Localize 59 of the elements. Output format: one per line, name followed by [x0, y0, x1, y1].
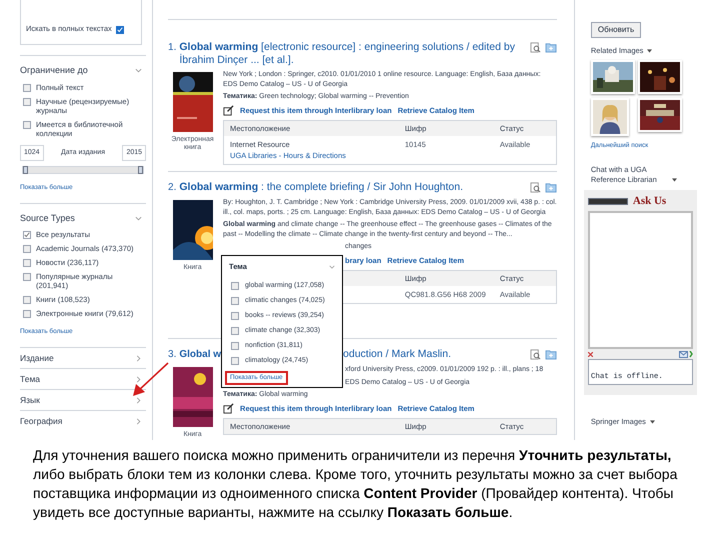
- checkbox[interactable]: [231, 342, 240, 350]
- image-thumbnail[interactable]: [638, 60, 682, 94]
- checkbox[interactable]: [23, 231, 31, 240]
- caption-text: Для уточнения вашего поиска можно применить ограничители из перечня Уточнить результаты, либо выбрать блоки тем из колонки слева. Кроме того, уточнить результаты можно за счет выбора поставщика информации из одноименного списка Content Provider (Провайдер контента). Чтобы увидеть все доступные варианты, нажмите на ссылку Показать больше.: [32, 446, 678, 522]
- checkbox[interactable]: [23, 310, 31, 318]
- collapse-chevron-icon[interactable]: [135, 215, 142, 222]
- checkbox[interactable]: [23, 98, 31, 106]
- email-icon[interactable]: [678, 350, 693, 358]
- facet-title[interactable]: Язык: [20, 394, 40, 406]
- preview-icon[interactable]: [530, 182, 541, 193]
- status-bar-strip: [588, 198, 628, 204]
- edit-form-icon: [223, 104, 234, 116]
- facet-title[interactable]: Издание: [20, 352, 54, 364]
- checkbox[interactable]: [116, 26, 124, 34]
- image-thumbnail[interactable]: [590, 98, 629, 136]
- checkbox[interactable]: [23, 120, 31, 128]
- checkbox[interactable]: [231, 282, 240, 290]
- preview-icon[interactable]: [530, 349, 541, 360]
- range-slider-fill[interactable]: [23, 167, 144, 173]
- result-title-link[interactable]: Global warming [electronic resource] : engineering solutions / edited by İbrahim Dinçer ... [et al.].: [179, 41, 524, 67]
- facet-title[interactable]: Тема: [20, 372, 40, 386]
- dropdown-caret-icon[interactable]: [650, 420, 655, 424]
- pointer-arrow: [133, 362, 169, 396]
- dropdown-caret-icon[interactable]: [672, 178, 677, 182]
- image-thumbnail[interactable]: [590, 60, 635, 94]
- image-thumbnail[interactable]: [638, 98, 682, 132]
- facet-title[interactable]: Ограничение до: [20, 64, 88, 78]
- edit-form-icon: [223, 402, 234, 414]
- checkbox[interactable]: [23, 259, 31, 268]
- checkbox[interactable]: [231, 327, 240, 336]
- update-button[interactable]: Обновить: [590, 22, 642, 38]
- checkbox[interactable]: [23, 273, 31, 282]
- result-title-link[interactable]: oduction / Mark Maslin.: [343, 348, 451, 361]
- checkbox[interactable]: [231, 297, 240, 306]
- folder-add-icon[interactable]: [544, 182, 557, 193]
- checkbox[interactable]: [23, 245, 31, 254]
- dropdown-caret-icon[interactable]: [647, 49, 652, 53]
- expand-chevron-icon[interactable]: [135, 376, 142, 382]
- facet-title[interactable]: География: [20, 414, 62, 428]
- preview-icon[interactable]: [530, 42, 541, 53]
- expand-chevron-icon[interactable]: [135, 396, 142, 404]
- checkbox[interactable]: [231, 312, 240, 320]
- result-title-link[interactable]: Global w: [179, 348, 222, 361]
- chat-brand: Ask Us: [632, 194, 666, 209]
- folder-add-icon[interactable]: [544, 349, 557, 360]
- checkbox[interactable]: [23, 84, 31, 92]
- collapse-chevron-icon[interactable]: [135, 67, 142, 74]
- expand-chevron-icon[interactable]: [135, 418, 142, 424]
- checkbox[interactable]: [231, 357, 240, 366]
- checkbox[interactable]: [23, 296, 31, 304]
- facet-title[interactable]: Source Types: [20, 212, 75, 226]
- close-icon[interactable]: [588, 352, 593, 357]
- expand-chevron-icon[interactable]: [135, 354, 142, 362]
- result-number: 1.: [168, 41, 176, 55]
- result-number: 3.: [168, 348, 176, 362]
- folder-add-icon[interactable]: [544, 42, 557, 53]
- result-title-link[interactable]: Global warming : the complete briefing / Sir John Houghton.: [179, 181, 464, 194]
- collapse-chevron-icon[interactable]: [329, 264, 336, 270]
- result-number: 2.: [168, 181, 176, 195]
